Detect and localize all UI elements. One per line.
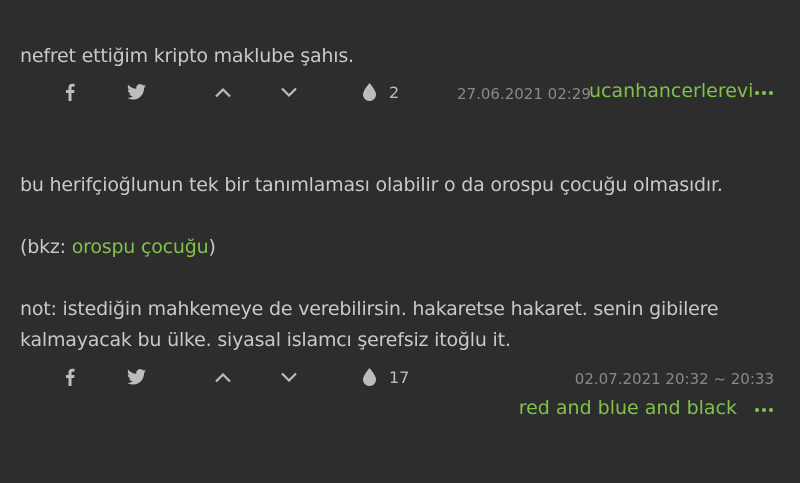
entry-paragraph: bu herifçioğlunun tek bir tanımlaması ol… bbox=[20, 174, 723, 196]
chevron-down-icon bbox=[281, 87, 297, 97]
upvote-button[interactable] bbox=[212, 366, 234, 388]
entry: nefret ettiğim kripto maklube şahıs. bbox=[20, 41, 774, 72]
entry-date[interactable]: 02.07.2021 20:32 ~ 20:33 bbox=[575, 370, 774, 388]
entry-content: nefret ettiğim kripto maklube şahıs. bbox=[20, 45, 354, 67]
facebook-share-button[interactable] bbox=[59, 366, 81, 388]
entry-author[interactable]: red and blue and black bbox=[519, 397, 737, 419]
twitter-icon bbox=[126, 369, 146, 385]
bkz-line: (bkz: orospu çocuğu) bbox=[20, 236, 216, 258]
entry-paragraph: not: istediğin mahkemeye de verebilirsin… bbox=[20, 298, 719, 320]
drop-icon bbox=[362, 368, 376, 386]
bkz-link[interactable]: orospu çocuğu bbox=[72, 236, 209, 258]
favorite-count[interactable]: 17 bbox=[389, 368, 409, 387]
entry-date[interactable]: 27.06.2021 02:29 bbox=[457, 85, 591, 103]
more-options-button[interactable] bbox=[755, 88, 775, 98]
chevron-up-icon bbox=[215, 372, 231, 382]
more-options-button[interactable] bbox=[755, 405, 775, 415]
downvote-button[interactable] bbox=[278, 366, 300, 388]
facebook-icon bbox=[66, 83, 75, 101]
favorite-button[interactable] bbox=[358, 366, 380, 388]
downvote-button[interactable] bbox=[278, 81, 300, 103]
chevron-down-icon bbox=[281, 372, 297, 382]
drop-icon bbox=[362, 83, 376, 101]
upvote-button[interactable] bbox=[212, 81, 234, 103]
chevron-up-icon bbox=[215, 87, 231, 97]
facebook-share-button[interactable] bbox=[59, 81, 81, 103]
twitter-share-button[interactable] bbox=[125, 81, 147, 103]
entry-paragraph: kalmayacak bu ülke. siyasal islamcı şere… bbox=[20, 329, 511, 351]
entry-content: bu herifçioğlunun tek bir tanımlaması ol… bbox=[20, 170, 774, 356]
facebook-icon bbox=[66, 368, 75, 386]
twitter-icon bbox=[126, 84, 146, 100]
entry: bu herifçioğlunun tek bir tanımlaması ol… bbox=[20, 170, 774, 356]
favorite-count[interactable]: 2 bbox=[389, 83, 399, 102]
twitter-share-button[interactable] bbox=[125, 366, 147, 388]
favorite-button[interactable] bbox=[358, 81, 380, 103]
entry-author[interactable]: ucanhancerlerevi bbox=[589, 80, 753, 102]
more-icon bbox=[755, 408, 759, 412]
more-icon bbox=[755, 91, 759, 95]
